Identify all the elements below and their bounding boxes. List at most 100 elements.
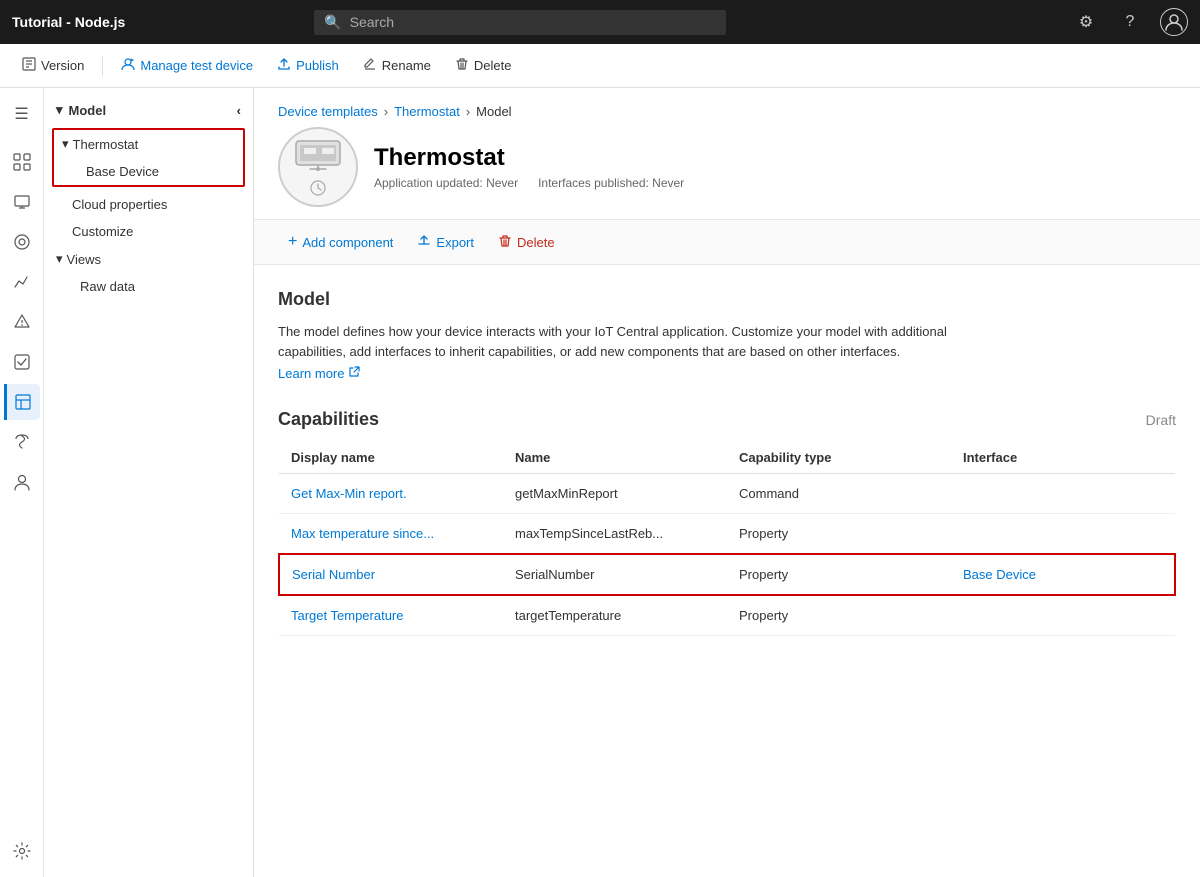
- page-title-area: Thermostat Application updated: Never In…: [278, 127, 1176, 207]
- add-component-label: Add component: [302, 235, 393, 250]
- version-button[interactable]: Version: [12, 52, 94, 80]
- delete-content-label: Delete: [517, 235, 555, 250]
- jobs-icon[interactable]: [4, 344, 40, 380]
- learn-more-link[interactable]: Learn more: [278, 366, 360, 381]
- sidebar-customize-item[interactable]: Customize: [44, 218, 253, 245]
- settings-icon[interactable]: ⚙: [1072, 8, 1100, 36]
- capability-interface: [951, 474, 1175, 514]
- capabilities-thead: Display name Name Capability type Interf…: [279, 442, 1175, 474]
- settings-nav-icon[interactable]: [4, 833, 40, 869]
- capability-name: getMaxMinReport: [503, 474, 727, 514]
- rules-icon[interactable]: [4, 304, 40, 340]
- main-toolbar: Version Manage test device Publish Renam…: [0, 44, 1200, 88]
- capability-display-name[interactable]: Get Max-Min report.: [279, 474, 503, 514]
- capability-type: Property: [727, 554, 951, 595]
- export-button[interactable]: Export: [407, 229, 484, 256]
- sidebar-views-label: Views: [67, 252, 101, 267]
- help-icon[interactable]: ?: [1116, 8, 1144, 36]
- rename-icon: [363, 57, 377, 75]
- capability-link[interactable]: Target Temperature: [291, 608, 404, 623]
- sidebar: ▾ Model ‹ ▾ Thermostat Base Device Cloud…: [44, 88, 254, 877]
- capabilities-table: Display name Name Capability type Interf…: [278, 442, 1176, 636]
- sidebar-collapse-toggle[interactable]: ‹: [237, 103, 241, 118]
- capability-display-name[interactable]: Target Temperature: [279, 595, 503, 636]
- capability-type: Property: [727, 514, 951, 555]
- sidebar-cloud-properties-item[interactable]: Cloud properties: [44, 191, 253, 218]
- search-input[interactable]: [350, 14, 717, 30]
- sidebar-thermostat-group: ▾ Thermostat Base Device: [52, 128, 245, 187]
- capabilities-header: Capabilities Draft: [278, 409, 1176, 430]
- toolbar-sep-1: [102, 56, 103, 76]
- delete-label: Delete: [474, 58, 512, 73]
- capability-interface: [951, 595, 1175, 636]
- hamburger-icon[interactable]: ☰: [4, 96, 40, 132]
- sidebar-cloud-properties-label: Cloud properties: [72, 197, 167, 212]
- version-label: Version: [41, 58, 84, 73]
- sidebar-thermostat-label: Thermostat: [73, 137, 139, 152]
- breadcrumb: Device templates › Thermostat › Model: [278, 104, 1176, 119]
- add-component-button[interactable]: + Add component: [278, 228, 403, 256]
- search-bar[interactable]: 🔍: [314, 10, 726, 35]
- manage-test-device-button[interactable]: Manage test device: [111, 52, 263, 80]
- sidebar-base-device-label: Base Device: [86, 164, 159, 179]
- analytics-icon[interactable]: [4, 264, 40, 300]
- table-row[interactable]: Target TemperaturetargetTemperaturePrope…: [279, 595, 1175, 636]
- sidebar-thermostat-item[interactable]: ▾ Thermostat: [54, 130, 243, 158]
- main-layout: ☰: [0, 88, 1200, 877]
- export-label: Export: [436, 235, 474, 250]
- publish-button[interactable]: Publish: [267, 52, 349, 80]
- views-collapse-icon: ▾: [56, 251, 63, 267]
- delete-toolbar-button[interactable]: Delete: [445, 52, 522, 80]
- learn-more-label: Learn more: [278, 366, 344, 381]
- manage-device-icon: [121, 57, 135, 75]
- sidebar-model-section: ▾ Model ‹ ▾ Thermostat Base Device Cloud…: [44, 88, 253, 308]
- breadcrumb-device-templates[interactable]: Device templates: [278, 104, 378, 119]
- capability-type: Property: [727, 595, 951, 636]
- content-body: Model The model defines how your device …: [254, 265, 1200, 660]
- main-content: Device templates › Thermostat › Model: [254, 88, 1200, 877]
- col-display-name: Display name: [279, 442, 503, 474]
- capability-display-name[interactable]: Serial Number: [279, 554, 503, 595]
- breadcrumb-model: Model: [476, 104, 511, 119]
- capability-display-name[interactable]: Max temperature since...: [279, 514, 503, 555]
- capability-interface: [951, 514, 1175, 555]
- breadcrumb-thermostat[interactable]: Thermostat: [394, 104, 460, 119]
- delete-icon: [455, 57, 469, 75]
- model-collapse-icon: ▾: [56, 102, 63, 118]
- draft-badge: Draft: [1146, 412, 1176, 428]
- thermostat-collapse-icon: ▾: [62, 136, 69, 152]
- sidebar-model-label: Model: [69, 103, 107, 118]
- page-header: Device templates › Thermostat › Model: [254, 88, 1200, 220]
- avatar[interactable]: [1160, 8, 1188, 36]
- table-row[interactable]: Serial NumberSerialNumberPropertyBase De…: [279, 554, 1175, 595]
- capability-link[interactable]: Serial Number: [292, 567, 375, 582]
- publish-icon: [277, 57, 291, 75]
- device-templates-icon[interactable]: [4, 384, 40, 420]
- rename-button[interactable]: Rename: [353, 52, 441, 80]
- capabilities-title: Capabilities: [278, 409, 379, 430]
- publish-label: Publish: [296, 58, 339, 73]
- dashboard-icon[interactable]: [4, 144, 40, 180]
- model-description: The model defines how your device intera…: [278, 322, 998, 361]
- devices-icon[interactable]: [4, 184, 40, 220]
- table-row[interactable]: Get Max-Min report. getMaxMinReportComman…: [279, 474, 1175, 514]
- external-link-icon: [348, 366, 360, 381]
- page-title: Thermostat: [374, 144, 684, 172]
- sidebar-views-header[interactable]: ▾ Views: [44, 245, 253, 273]
- delete-content-button[interactable]: Delete: [488, 229, 565, 256]
- device-groups-icon[interactable]: [4, 224, 40, 260]
- sidebar-model-header[interactable]: ▾ Model ‹: [44, 96, 253, 124]
- capability-link[interactable]: Max temperature since...: [291, 526, 434, 541]
- interface-link[interactable]: Base Device: [963, 567, 1036, 582]
- access-icon[interactable]: [4, 464, 40, 500]
- capability-link[interactable]: Get Max-Min report.: [291, 486, 407, 501]
- sidebar-base-device-item[interactable]: Base Device: [54, 158, 243, 185]
- data-export-icon[interactable]: [4, 424, 40, 460]
- rename-label: Rename: [382, 58, 431, 73]
- capability-type: Command: [727, 474, 951, 514]
- model-section-title: Model: [278, 289, 1176, 310]
- sidebar-raw-data-item[interactable]: Raw data: [44, 273, 253, 300]
- breadcrumb-sep-2: ›: [466, 104, 470, 119]
- delete-content-icon: [498, 234, 512, 251]
- table-row[interactable]: Max temperature since...maxTempSinceLast…: [279, 514, 1175, 555]
